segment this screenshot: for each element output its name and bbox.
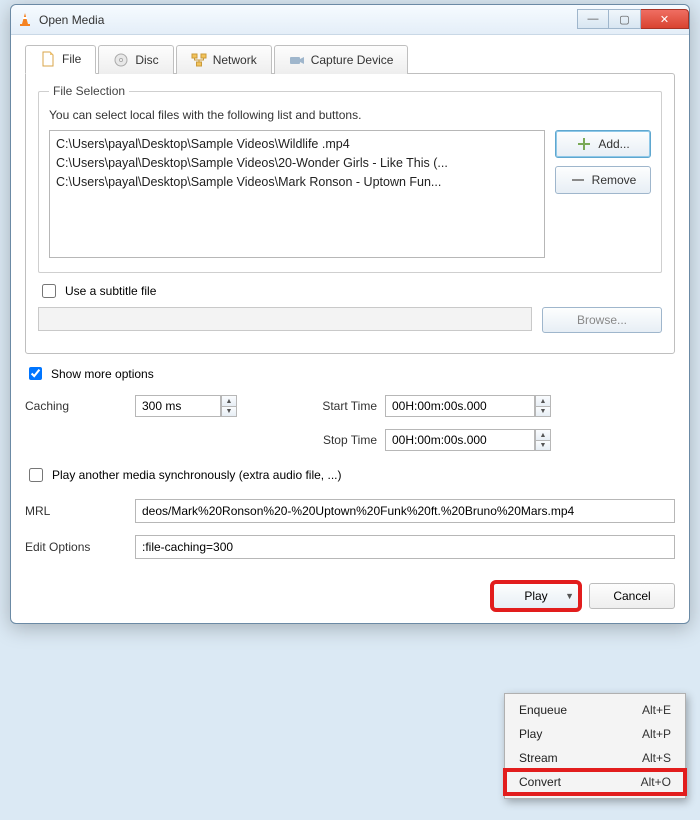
menu-item-convert[interactable]: Convert Alt+O xyxy=(505,770,685,794)
file-selection-desc: You can select local files with the foll… xyxy=(49,108,651,122)
caching-spinner[interactable]: ▲▼ xyxy=(221,395,237,417)
use-subtitle-checkbox[interactable] xyxy=(42,284,56,298)
edit-options-label: Edit Options xyxy=(25,540,135,554)
tab-network[interactable]: Network xyxy=(176,45,272,74)
stop-time-input[interactable] xyxy=(385,429,535,451)
file-list-item[interactable]: C:\Users\payal\Desktop\Sample Videos\Wil… xyxy=(56,135,538,154)
remove-button-label: Remove xyxy=(592,173,637,187)
chevron-down-icon[interactable]: ▼ xyxy=(565,591,574,601)
play-dropdown-menu: Enqueue Alt+E Play Alt+P Stream Alt+S Co… xyxy=(504,693,686,799)
menu-label: Convert xyxy=(519,775,561,789)
cancel-button-label: Cancel xyxy=(613,589,650,603)
browse-subtitle-button: Browse... xyxy=(542,307,662,333)
tab-file-label: File xyxy=(62,52,81,66)
play-another-checkbox[interactable] xyxy=(29,468,43,482)
menu-shortcut: Alt+O xyxy=(641,775,671,789)
menu-label: Enqueue xyxy=(519,703,567,717)
menu-item-enqueue[interactable]: Enqueue Alt+E xyxy=(505,698,685,722)
minimize-button[interactable]: — xyxy=(577,9,609,29)
tab-disc[interactable]: Disc xyxy=(98,45,173,74)
tab-disc-label: Disc xyxy=(135,53,158,67)
minus-icon xyxy=(570,172,586,188)
tab-strip: File Disc Network Capture Device xyxy=(25,45,675,74)
play-split-button[interactable]: Play ▼ xyxy=(493,583,579,609)
file-list-item[interactable]: C:\Users\payal\Desktop\Sample Videos\Mar… xyxy=(56,173,538,192)
network-icon xyxy=(191,52,207,68)
tab-capture-label: Capture Device xyxy=(311,53,394,67)
file-selection-group: File Selection You can select local file… xyxy=(38,84,662,273)
show-more-options-checkbox[interactable] xyxy=(29,367,42,380)
mrl-input[interactable] xyxy=(135,499,675,523)
menu-shortcut: Alt+S xyxy=(642,751,671,765)
cancel-button[interactable]: Cancel xyxy=(589,583,675,609)
use-subtitle-label: Use a subtitle file xyxy=(65,284,156,298)
disc-icon xyxy=(113,52,129,68)
menu-label: Stream xyxy=(519,751,558,765)
tab-page-file: File Selection You can select local file… xyxy=(25,73,675,354)
mrl-label: MRL xyxy=(25,504,135,518)
stop-time-label: Stop Time xyxy=(285,433,385,447)
menu-item-stream[interactable]: Stream Alt+S xyxy=(505,746,685,770)
titlebar[interactable]: Open Media — ▢ ✕ xyxy=(11,5,689,35)
open-media-window: Open Media — ▢ ✕ File Disc Network Captu… xyxy=(10,4,690,624)
menu-item-play[interactable]: Play Alt+P xyxy=(505,722,685,746)
dialog-content: File Disc Network Capture Device File Se… xyxy=(11,35,689,571)
menu-shortcut: Alt+P xyxy=(642,727,671,741)
close-button[interactable]: ✕ xyxy=(641,9,689,29)
add-button[interactable]: Add... xyxy=(555,130,651,158)
add-button-label: Add... xyxy=(598,137,629,151)
dialog-footer: Play ▼ Cancel xyxy=(11,571,689,623)
show-more-options-label: Show more options xyxy=(51,367,154,381)
start-time-label: Start Time xyxy=(285,399,385,413)
advanced-options: Caching ▲▼ Start Time ▲▼ Stop Time ▲▼ xyxy=(25,395,675,451)
start-time-input[interactable] xyxy=(385,395,535,417)
remove-button[interactable]: Remove xyxy=(555,166,651,194)
file-icon xyxy=(40,51,56,67)
browse-label: Browse... xyxy=(577,313,627,327)
play-another-label: Play another media synchronously (extra … xyxy=(52,468,341,482)
subtitle-path-input xyxy=(38,307,532,331)
tab-capture[interactable]: Capture Device xyxy=(274,45,409,74)
maximize-button[interactable]: ▢ xyxy=(609,9,641,29)
menu-label: Play xyxy=(519,727,542,741)
edit-options-input[interactable] xyxy=(135,535,675,559)
stop-time-spinner[interactable]: ▲▼ xyxy=(535,429,551,451)
file-list[interactable]: C:\Users\payal\Desktop\Sample Videos\Wil… xyxy=(49,130,545,258)
window-title: Open Media xyxy=(39,13,104,27)
vlc-cone-icon xyxy=(17,12,33,28)
menu-shortcut: Alt+E xyxy=(642,703,671,717)
capture-icon xyxy=(289,52,305,68)
file-selection-legend: File Selection xyxy=(49,84,129,98)
caching-label: Caching xyxy=(25,399,135,413)
window-buttons: — ▢ ✕ xyxy=(577,10,689,29)
file-list-item[interactable]: C:\Users\payal\Desktop\Sample Videos\20-… xyxy=(56,154,538,173)
play-button-label: Play xyxy=(524,589,547,603)
tab-network-label: Network xyxy=(213,53,257,67)
caching-input[interactable] xyxy=(135,395,221,417)
tab-file[interactable]: File xyxy=(25,45,96,74)
start-time-spinner[interactable]: ▲▼ xyxy=(535,395,551,417)
plus-icon xyxy=(576,136,592,152)
